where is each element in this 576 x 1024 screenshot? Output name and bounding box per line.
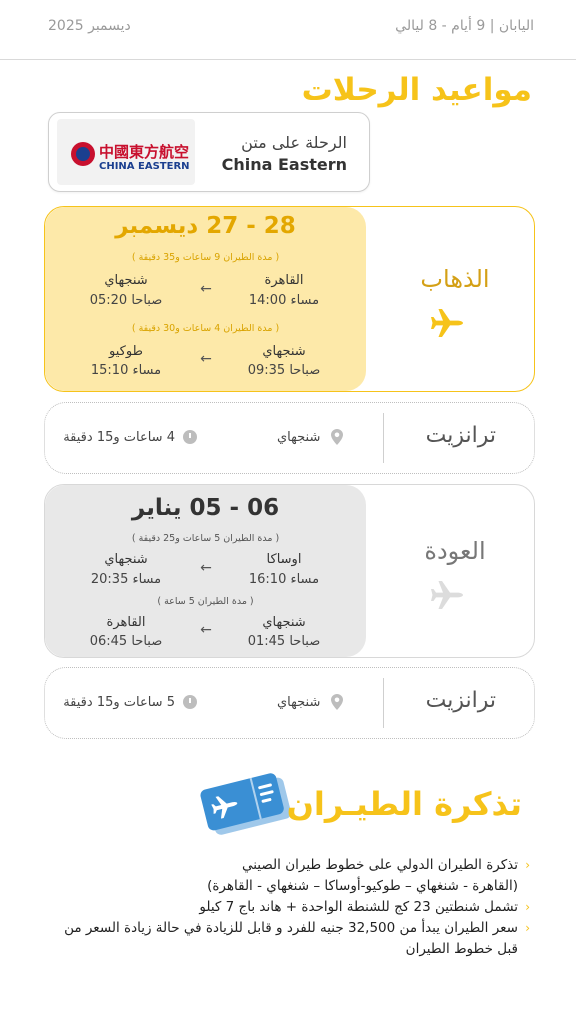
transit-duration: 5 ساعات و15 دقيقة: [63, 695, 175, 710]
leg-duration: ( مدة الطيران 9 ساعات و35 دقيقة ): [131, 252, 280, 263]
arrow-left-icon: ←: [200, 560, 212, 576]
arrival-city: القاهرة: [106, 615, 146, 630]
airline-card: 中國東方航空 CHINA EASTERN الرحلة على متن Chin…: [48, 112, 370, 192]
arrival-time: 20:35 مساء: [90, 572, 162, 587]
top-bar: اليابان | 9 أيام - 8 ليالي ديسمبر 2025: [0, 0, 576, 60]
transit-card: ترانزيت شنجهاي 5 ساعات و15 دقيقة: [44, 667, 535, 739]
divider: [383, 678, 384, 728]
china-eastern-logo: 中國東方航空 CHINA EASTERN: [57, 119, 195, 185]
transit-label: ترانزيت: [425, 423, 496, 448]
departure-city: شنجهاي: [262, 615, 306, 630]
plane-ticket-icon: [200, 773, 292, 835]
return-details-panel: 06 - 05 يناير ( مدة الطيران 5 ساعات و25 …: [45, 485, 366, 657]
list-item: ‹ تذكرة الطيران الدولي على خطوط طيران ال…: [30, 855, 530, 876]
transit-label: ترانزيت: [425, 688, 496, 713]
bullet-chevron-icon: ‹: [525, 858, 530, 872]
arrival-city: طوكيو: [109, 344, 143, 359]
trip-month: ديسمبر 2025: [48, 18, 131, 34]
arrow-left-icon: ←: [200, 351, 212, 367]
ticket-section-title: تذكرة الطيـران: [286, 785, 522, 823]
outbound-label: الذهاب: [420, 265, 490, 293]
leg-duration: ( مدة الطيران 5 ساعة ): [157, 596, 254, 607]
ticket-detail-continuation: قبل خطوط الطيران: [405, 941, 518, 957]
ticket-detail-text: تشمل شنطتين 23 كج للشنطة الواحدة + هاند …: [199, 899, 518, 915]
logo-english-text: CHINA EASTERN: [99, 161, 190, 172]
departure-city: شنجهاي: [262, 344, 306, 359]
return-label: العودة: [424, 537, 486, 565]
location-pin-icon: [331, 694, 343, 710]
arrival-city: شنجهاي: [104, 273, 148, 288]
divider: [383, 413, 384, 463]
outbound-details-panel: 28 - 27 ديسمبر ( مدة الطيران 9 ساعات و35…: [45, 207, 366, 391]
arrival-city: شنجهاي: [104, 552, 148, 567]
departure-time: 16:10 مساء: [248, 572, 320, 587]
location-pin-icon: [331, 429, 343, 445]
page-title: مواعيد الرحلات: [301, 72, 532, 108]
transit-card: ترانزيت شنجهاي 4 ساعات و15 دقيقة: [44, 402, 535, 474]
departure-time: 01:45 صباحا: [247, 634, 321, 649]
arrival-time: 06:45 صباحا: [89, 634, 163, 649]
departure-city: اوساكا: [266, 552, 302, 567]
airplane-icon: [431, 581, 463, 609]
departure-time: 09:35 صباحا: [247, 363, 321, 378]
outbound-flight-card: 28 - 27 ديسمبر ( مدة الطيران 9 ساعات و35…: [44, 206, 535, 392]
ticket-route-text: (القاهرة - شنغهاي – طوكيو-أوساكا – شنغها…: [207, 878, 518, 894]
airplane-icon: [431, 309, 463, 337]
arrow-left-icon: ←: [200, 622, 212, 638]
return-flight-card: 06 - 05 يناير ( مدة الطيران 5 ساعات و25 …: [44, 484, 535, 658]
return-date: 06 - 05 يناير: [131, 495, 280, 521]
airline-caption: الرحلة على متن: [241, 133, 347, 152]
list-item: ‹ سعر الطيران يبدأ من 32,500 جنيه للفرد …: [30, 918, 530, 939]
transit-duration: 4 ساعات و15 دقيقة: [63, 430, 175, 445]
trip-summary: اليابان | 9 أيام - 8 ليالي: [395, 18, 534, 34]
arrival-time: 05:20 صباحا: [89, 293, 163, 308]
airline-emblem-icon: [71, 142, 95, 166]
bullet-chevron-icon: ‹: [525, 921, 530, 935]
leg-duration: ( مدة الطيران 4 ساعات و30 دقيقة ): [131, 323, 280, 334]
ticket-details-list: ‹ تذكرة الطيران الدولي على خطوط طيران ال…: [30, 855, 530, 960]
logo-chinese-text: 中國東方航空: [99, 143, 190, 161]
list-item: ‹ تشمل شنطتين 23 كج للشنطة الواحدة + هان…: [30, 897, 530, 918]
bullet-chevron-icon: ‹: [525, 900, 530, 914]
ticket-detail-text: تذكرة الطيران الدولي على خطوط طيران الصي…: [241, 857, 518, 873]
clock-icon: [183, 695, 197, 709]
transit-city: شنجهاي: [277, 430, 321, 445]
arrival-time: 15:10 مساء: [90, 363, 162, 378]
airline-name: China Eastern: [221, 155, 347, 174]
leg-duration: ( مدة الطيران 5 ساعات و25 دقيقة ): [131, 533, 280, 544]
arrow-left-icon: ←: [200, 281, 212, 297]
ticket-detail-text: سعر الطيران يبدأ من 32,500 جنيه للفرد و …: [64, 920, 518, 936]
departure-time: 14:00 مساء: [248, 293, 320, 308]
transit-city: شنجهاي: [277, 695, 321, 710]
clock-icon: [183, 430, 197, 444]
departure-city: القاهرة: [264, 273, 304, 288]
outbound-date: 28 - 27 ديسمبر: [115, 213, 296, 239]
